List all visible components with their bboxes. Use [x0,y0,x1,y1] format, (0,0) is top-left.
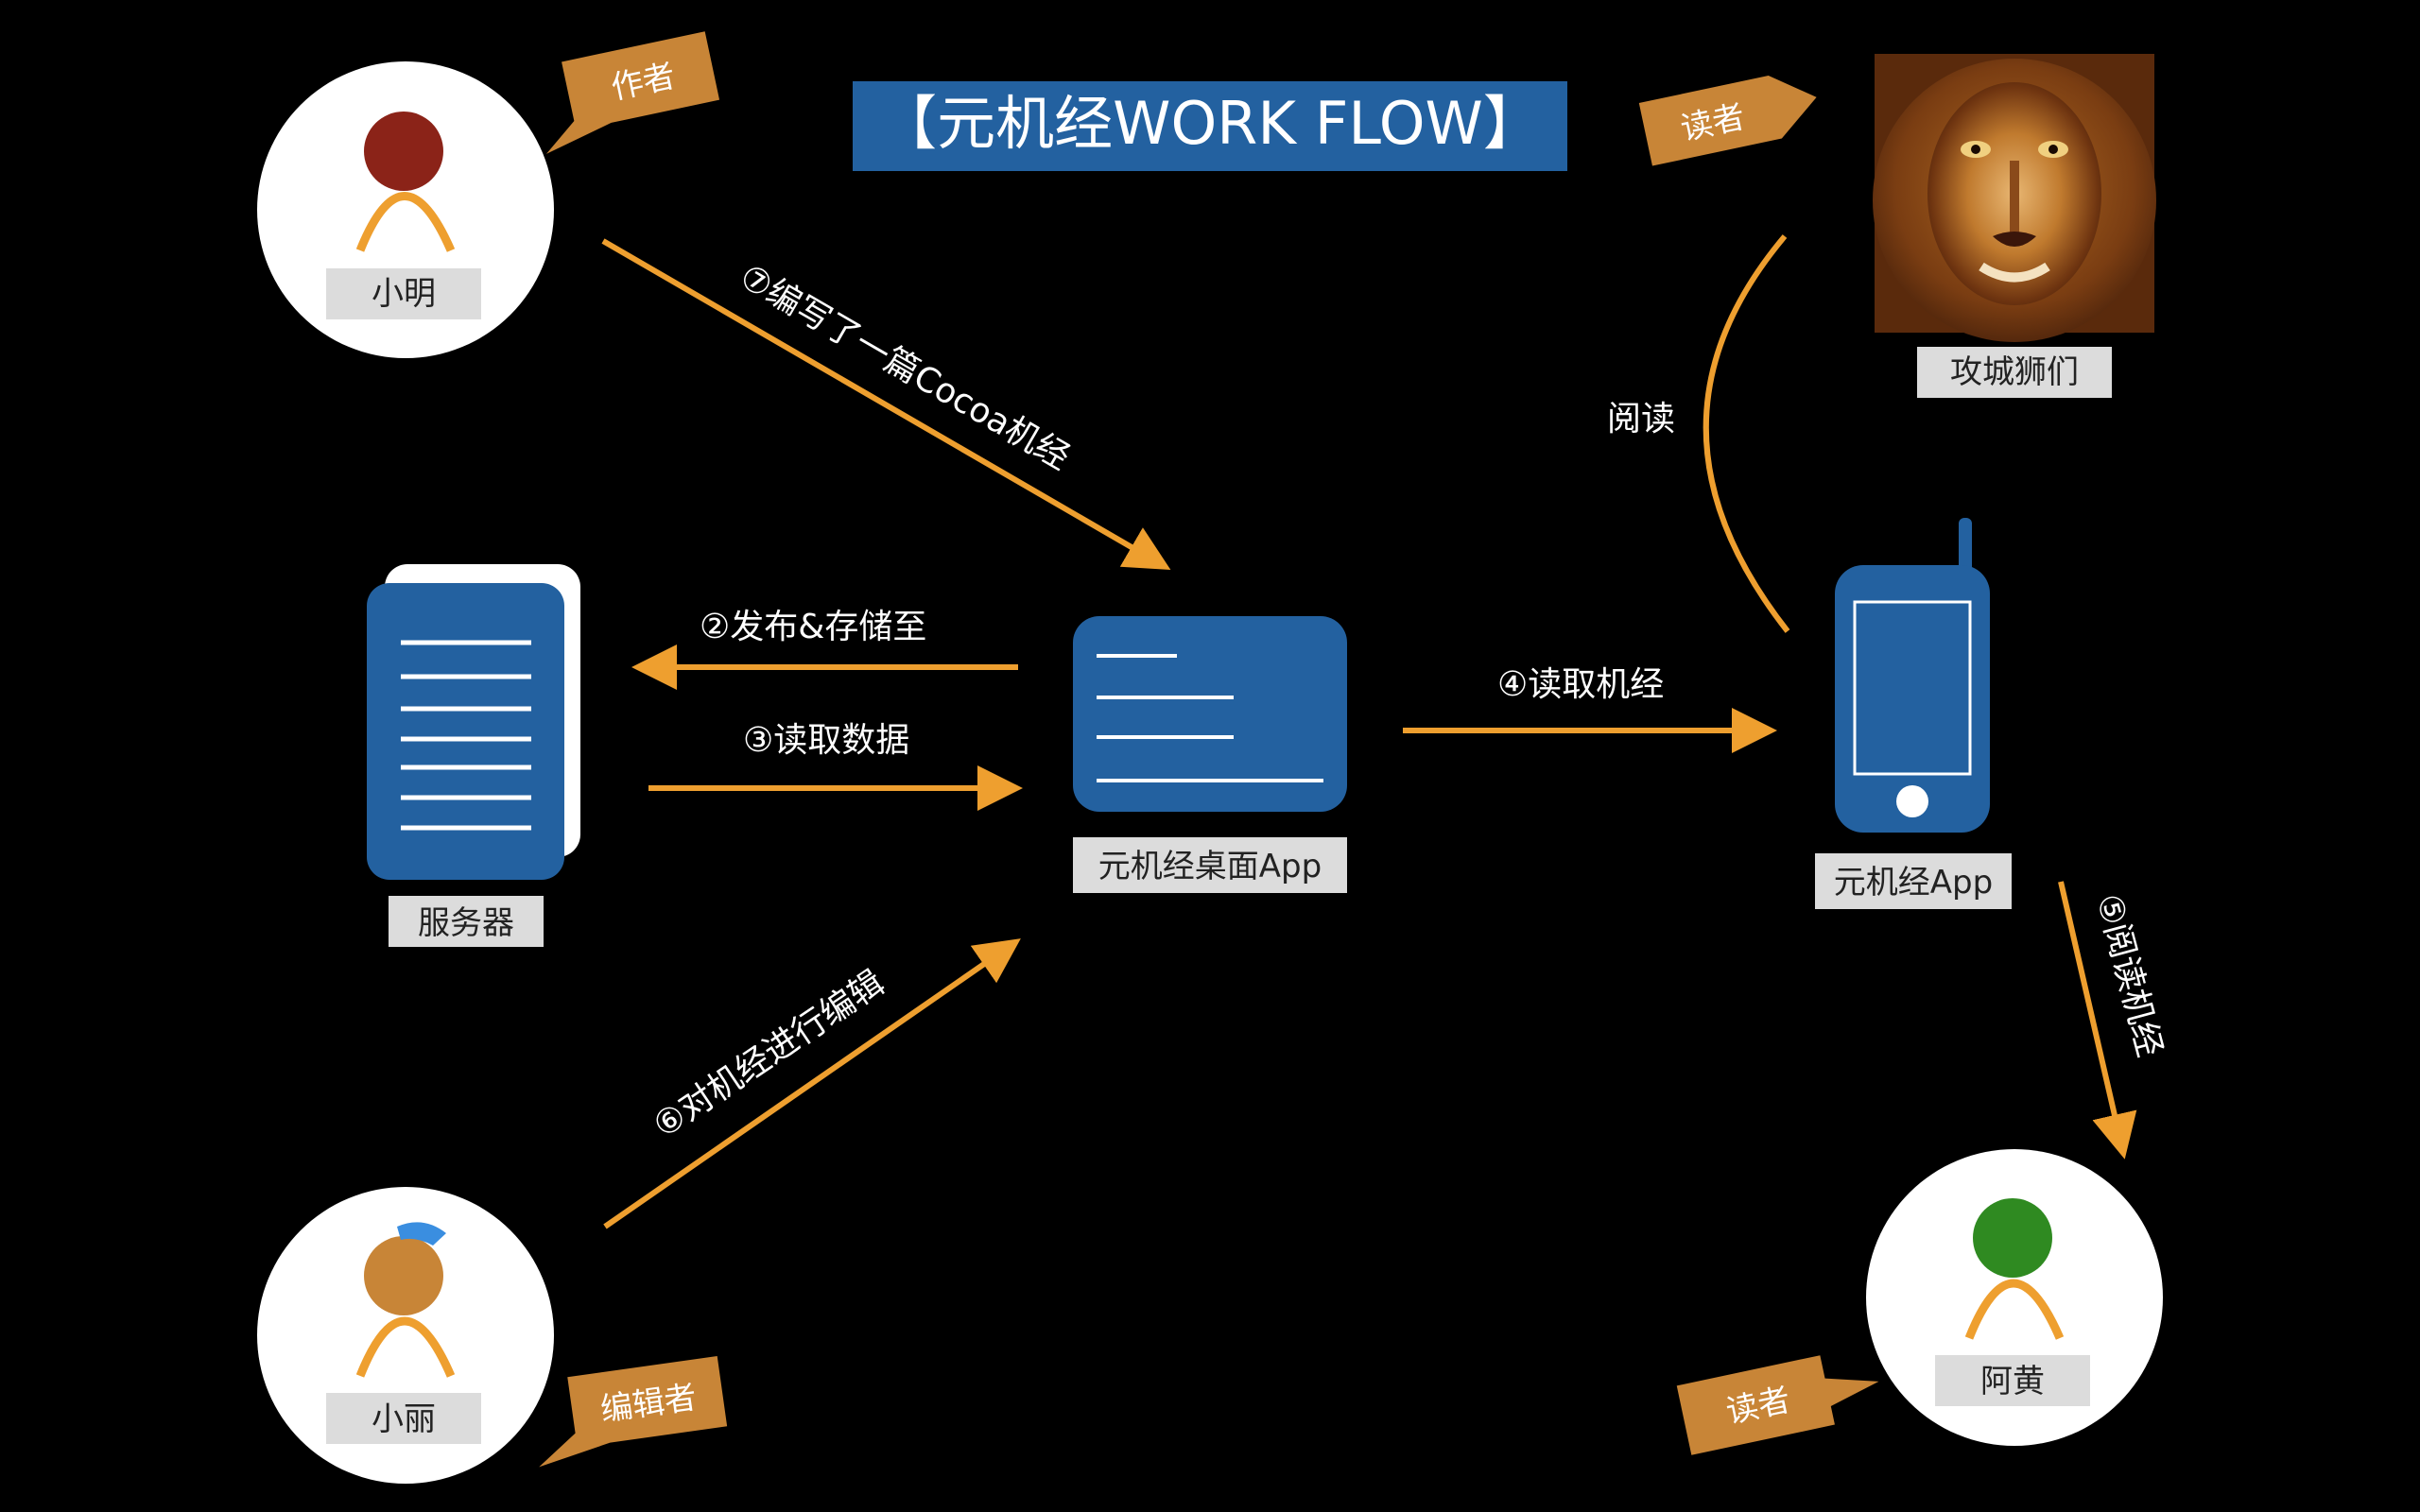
reader-top-tag: 读者 [1638,75,1817,166]
mobile-phone-icon [1835,518,1990,833]
server-node: 服务器 [367,564,580,947]
reader-label: 阿黄 [1980,1363,2045,1400]
read-label: 阅读 [1607,400,1675,438]
arrow-editor-to-desktop [603,938,1021,1229]
author-head-icon [364,112,443,191]
diagram-title: 【元机经WORK FLOW】 [878,89,1542,158]
desktop-app-icon [1073,616,1347,812]
desktop-node: 元机经桌面App [1073,616,1347,893]
lions-label-box: 攻城狮们 [1917,347,2112,398]
arrow-read-curve [1703,234,1790,633]
workflow-diagram: 【元机经WORK FLOW】 小明 作者 攻城狮们 读者 服务器 元机经桌面Ap… [257,31,2169,1484]
editor-head-icon [364,1236,443,1315]
mobile-node: 元机经App [1815,518,2012,909]
step4-label: ④读取机经 [1497,665,1664,704]
step3-label: ③读取数据 [743,721,909,760]
mobile-label: 元机经App [1834,864,1993,902]
arrow-author-to-desktop [601,238,1171,571]
server-document-icon [367,564,580,880]
author-label: 小明 [372,275,436,313]
title-box: 【元机经WORK FLOW】 [853,81,1567,171]
editor-label: 小丽 [372,1400,436,1438]
reader-node: 阿黄 [1866,1149,2163,1446]
step2-label: ②发布&存储至 [700,608,926,646]
editor-tag: 编辑者 [539,1355,728,1468]
step5-label: ⑤阅读机经 [2088,890,2169,1061]
lion-photo [1873,54,2156,342]
editor-node: 小丽 [257,1187,554,1484]
lions-label: 攻城狮们 [1950,353,2079,391]
desktop-label: 元机经桌面App [1098,848,1322,885]
reader-head-icon [1973,1198,2052,1278]
step1-label: ⑦编写了一篇Cocoa机经 [734,257,1077,477]
author-node: 小明 [257,61,554,358]
author-tag: 作者 [545,31,720,154]
reader-bottom-tag: 读者 [1676,1355,1879,1455]
server-label: 服务器 [418,904,514,942]
